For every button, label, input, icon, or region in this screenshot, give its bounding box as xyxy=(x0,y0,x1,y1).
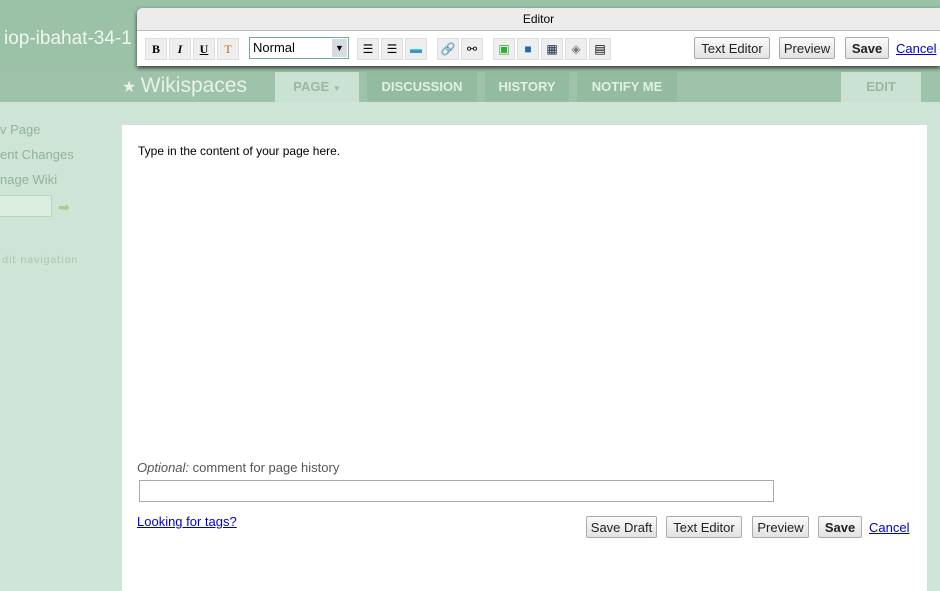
chevron-down-icon: ▼ xyxy=(332,84,341,93)
horizontal-rule-icon[interactable]: ▬ xyxy=(405,38,427,60)
editor-title[interactable]: Editor xyxy=(137,8,940,31)
save-button[interactable]: Save xyxy=(845,37,889,59)
sidebar-item-new-page[interactable]: v Page xyxy=(0,122,40,137)
widget-icon[interactable]: ◈ xyxy=(565,38,587,60)
save-button[interactable]: Save xyxy=(818,516,862,538)
table-icon[interactable]: ▦ xyxy=(541,38,563,60)
link-icon[interactable]: 🔗 xyxy=(437,38,459,60)
text-editor-button[interactable]: Text Editor xyxy=(694,37,770,59)
bulleted-list-icon[interactable]: ☰ xyxy=(381,38,403,60)
arrow-right-icon[interactable]: ➡ xyxy=(58,200,70,216)
unlink-icon[interactable]: ⚯ xyxy=(461,38,483,60)
underline-icon[interactable]: U xyxy=(193,38,215,60)
sidebar-item-manage-wiki[interactable]: nage Wiki xyxy=(0,172,57,187)
tab-page[interactable]: PAGE ▼ xyxy=(275,72,359,102)
code-icon[interactable]: ▤ xyxy=(589,38,611,60)
wikispaces-logo[interactable]: ★ Wikispaces xyxy=(122,74,247,98)
site-name[interactable]: iop-ibahat-34-1 xyxy=(4,28,132,50)
tab-label: PAGE xyxy=(293,79,330,94)
comment-label: Optional: comment for page history xyxy=(137,460,339,475)
preview-button[interactable]: Preview xyxy=(752,516,809,538)
image-icon[interactable]: ▣ xyxy=(493,38,515,60)
comment-label-text: comment for page history xyxy=(192,460,340,475)
edit-navigation-link[interactable]: dit navigation xyxy=(2,255,78,266)
format-select[interactable]: Normal ▼ xyxy=(249,37,349,59)
text-color-icon[interactable]: T xyxy=(217,38,239,60)
chevron-down-icon: ▼ xyxy=(332,39,347,57)
cancel-link[interactable]: Cancel xyxy=(896,41,936,56)
comment-input[interactable] xyxy=(139,480,774,502)
tab-notify-me[interactable]: NOTIFY ME xyxy=(577,72,677,102)
star-icon: ★ xyxy=(122,79,141,96)
optional-label: Optional: xyxy=(137,460,190,475)
brand-label: Wikispaces xyxy=(140,74,247,97)
search-input[interactable] xyxy=(0,195,52,217)
bold-icon[interactable]: B xyxy=(145,38,167,60)
tab-edit[interactable]: EDIT xyxy=(841,72,921,102)
tab-discussion[interactable]: DISCUSSION xyxy=(367,72,477,102)
save-draft-button[interactable]: Save Draft xyxy=(586,516,657,538)
preview-button[interactable]: Preview xyxy=(779,37,835,59)
page-content[interactable]: Type in the content of your page here. xyxy=(138,144,340,158)
italic-icon[interactable]: I xyxy=(169,38,191,60)
numbered-list-icon[interactable]: ☰ xyxy=(357,38,379,60)
editor-toolbar-window: Editor B I U T Normal ▼ ☰ ☰ ▬ 🔗 ⚯ ▣ ■ ▦ ◈… xyxy=(137,8,940,66)
cancel-link[interactable]: Cancel xyxy=(869,520,909,535)
text-editor-button[interactable]: Text Editor xyxy=(666,516,742,538)
sidebar-item-recent-changes[interactable]: ent Changes xyxy=(0,147,74,162)
tab-history[interactable]: HISTORY xyxy=(485,72,569,102)
video-icon[interactable]: ■ xyxy=(517,38,539,60)
format-value: Normal xyxy=(253,40,295,55)
looking-for-tags-link[interactable]: Looking for tags? xyxy=(137,514,237,529)
